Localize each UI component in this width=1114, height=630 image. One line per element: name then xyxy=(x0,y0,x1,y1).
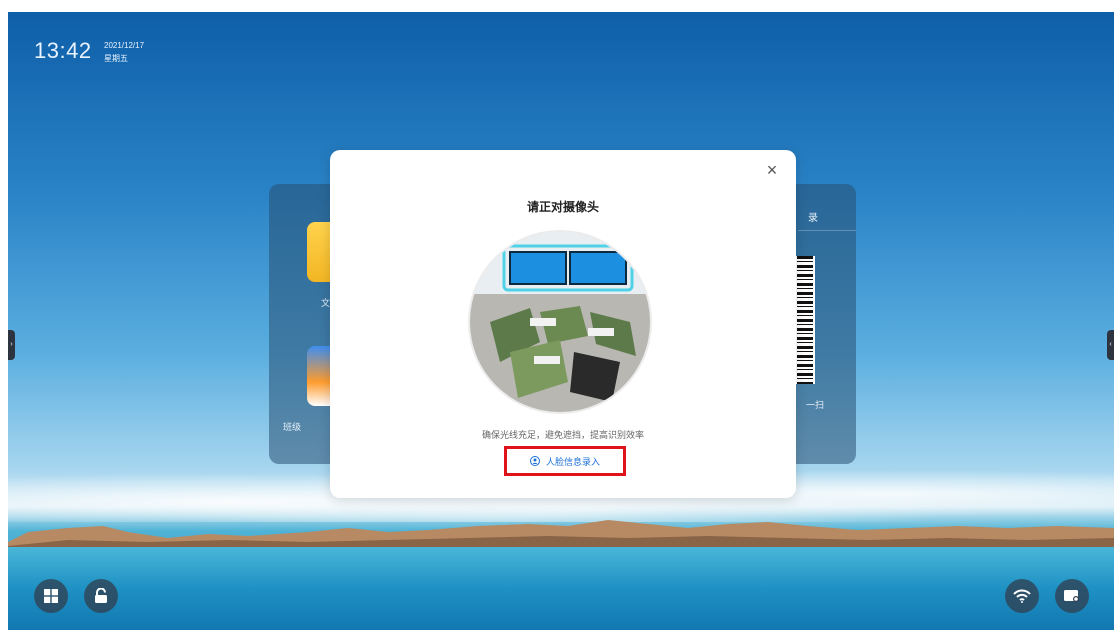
scan-label: 一扫 xyxy=(806,400,825,410)
face-enroll-button[interactable]: 人脸信息录入 xyxy=(504,446,626,476)
device-settings-icon xyxy=(1064,590,1079,602)
wifi-button[interactable] xyxy=(1005,579,1039,613)
app-label-files: 文 xyxy=(321,298,331,308)
login-panel-header: 录 xyxy=(808,213,818,224)
camera-preview xyxy=(470,232,650,412)
windows-button[interactable] xyxy=(34,579,68,613)
lake-background xyxy=(8,547,1114,630)
wifi-icon xyxy=(1013,589,1031,603)
face-user-icon xyxy=(529,456,540,466)
app-label-class: 班级 xyxy=(283,422,302,432)
unlock-icon xyxy=(95,588,107,603)
clock-time: 13:42 xyxy=(34,38,92,63)
face-capture-dialog: × 请正对摄像头 确保光线充足，避免遮挡，提高识别效率 人脸信息录入 xyxy=(330,150,796,498)
device-settings-button[interactable] xyxy=(1055,579,1089,613)
clock-weekday: 星期五 xyxy=(104,54,128,63)
classroom-camera-image xyxy=(470,232,650,412)
windows-icon xyxy=(44,589,58,603)
clock-date: 2021/12/17 xyxy=(104,41,145,50)
close-icon[interactable]: × xyxy=(762,160,782,180)
desktop-screen: 13:42 2021/12/17 星期五 › ‹ 文 班级 录 一扫 × 请正对… xyxy=(8,12,1114,630)
face-enroll-label: 人脸信息录入 xyxy=(545,456,600,467)
left-edge-handle[interactable]: › xyxy=(8,330,15,360)
unlock-button[interactable] xyxy=(84,579,118,613)
dialog-hint: 确保光线充足，避免遮挡，提高识别效率 xyxy=(481,430,644,440)
right-edge-handle[interactable]: ‹ xyxy=(1107,330,1114,360)
login-panel-divider xyxy=(798,230,856,231)
rock-formations-background xyxy=(8,520,1114,552)
qr-code-icon xyxy=(794,256,815,384)
dialog-title: 请正对摄像头 xyxy=(526,200,599,214)
